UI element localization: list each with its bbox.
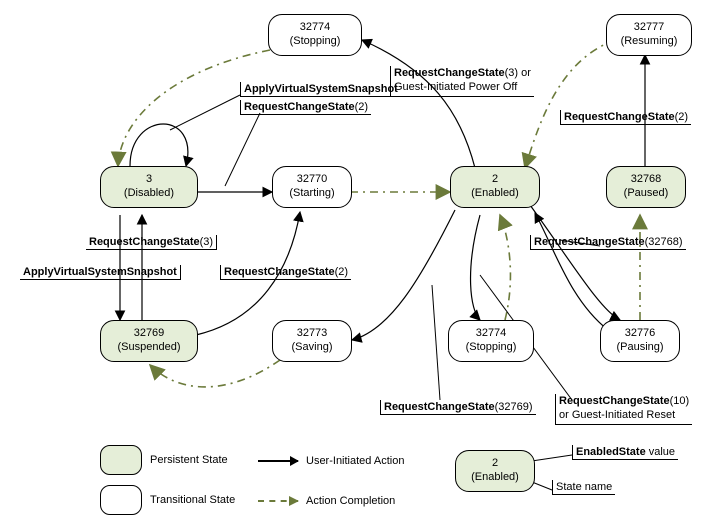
state-paused: 32768 (Paused)	[606, 166, 686, 208]
legend-enabledstate-value: EnabledState value	[572, 445, 678, 460]
label-line2: or Guest-Initiated Reset	[559, 409, 675, 421]
label-text: RequestChangeState	[244, 101, 355, 113]
state-name: (Paused)	[611, 187, 681, 201]
label-apply-snapshot-self: ApplyVirtualSystemSnapshot	[240, 82, 401, 97]
state-resuming: 32777 (Resuming)	[606, 14, 692, 56]
state-id: 32773	[277, 327, 347, 341]
state-id: 3	[105, 173, 193, 187]
legend-label: Transitional State	[150, 494, 235, 506]
legend-label: Persistent State	[150, 454, 228, 466]
label-arg: (32768)	[645, 236, 683, 248]
label-rcs32769: RequestChangeState(32769)	[380, 400, 536, 415]
label-text: RequestChangeState	[224, 266, 335, 278]
label-rcs2-disabled-starting: RequestChangeState(2)	[240, 100, 371, 115]
state-id: 2	[455, 173, 535, 187]
state-id: 2	[460, 457, 530, 471]
legend-label: Action Completion	[306, 495, 395, 507]
label-arg: (10)	[670, 395, 690, 407]
state-stopping-mid: 32774 (Stopping)	[448, 320, 534, 362]
state-pausing: 32776 (Pausing)	[600, 320, 680, 362]
legend-persistent: Persistent State	[100, 445, 228, 475]
legend-user-action: User-Initiated Action	[258, 455, 404, 467]
state-name: (Resuming)	[611, 35, 687, 49]
state-saving: 32773 (Saving)	[272, 320, 352, 362]
state-name: (Enabled)	[455, 187, 535, 201]
label-text: RequestChangeState	[384, 401, 495, 413]
label-arg: (2)	[355, 101, 368, 113]
state-id: 32774	[453, 327, 529, 341]
label-arg: (32769)	[495, 401, 533, 413]
state-id: 32776	[605, 327, 675, 341]
state-id: 32770	[277, 173, 347, 187]
legend-arrow-solid	[258, 460, 298, 462]
state-diagram: 3 (Disabled) 32769 (Suspended) 32770 (St…	[0, 0, 714, 528]
legend-label: User-Initiated Action	[306, 455, 404, 467]
label-text: RequestChangeState	[89, 236, 200, 248]
legend-swatch-persistent	[100, 445, 142, 475]
state-name: (Starting)	[277, 187, 347, 201]
state-stopping-top: 32774 (Stopping)	[268, 14, 362, 56]
label-rcs3-or-poweroff: RequestChangeState(3) or Guest-Initiated…	[390, 66, 534, 97]
label-arg: (2)	[675, 111, 688, 123]
label-rcs2-suspended-starting: RequestChangeState(2)	[220, 265, 351, 280]
state-id: 32769	[105, 327, 193, 341]
state-name: (Stopping)	[273, 35, 357, 49]
label-suffix: value	[646, 446, 675, 458]
legend-transitional: Transitional State	[100, 485, 235, 515]
state-suspended: 32769 (Suspended)	[100, 320, 198, 362]
state-name: (Saving)	[277, 341, 347, 355]
state-name: (Suspended)	[105, 341, 193, 355]
label-rcs3-suspended-disabled: RequestChangeState(3)	[86, 235, 217, 250]
label-rcs10-or-reset: RequestChangeState(10) or Guest-Initiate…	[555, 394, 692, 425]
label-line2: Guest-Initiated Power Off	[394, 81, 517, 93]
state-id: 32774	[273, 21, 357, 35]
legend-sample-state: 2 (Enabled)	[455, 450, 535, 492]
label-arg: (2)	[335, 266, 348, 278]
legend-state-name: State name	[552, 480, 615, 495]
state-name: (Enabled)	[460, 471, 530, 485]
label-apply-snapshot-down: ApplyVirtualSystemSnapshot	[20, 265, 181, 280]
state-name: (Pausing)	[605, 341, 675, 355]
label-text: RequestChangeState	[559, 395, 670, 407]
label-text: RequestChangeState	[564, 111, 675, 123]
legend-swatch-transitional	[100, 485, 142, 515]
label-text: RequestChangeState	[394, 67, 505, 79]
legend-action-completion: Action Completion	[258, 495, 395, 507]
label-rcs32768: RequestChangeState(32768)	[530, 235, 686, 250]
state-enabled: 2 (Enabled)	[450, 166, 540, 208]
state-id: 32768	[611, 173, 681, 187]
legend-arrow-dashed	[258, 500, 298, 502]
label-rcs2-paused-resuming: RequestChangeState(2)	[560, 110, 691, 125]
label-arg: (3)	[200, 236, 213, 248]
state-starting: 32770 (Starting)	[272, 166, 352, 208]
state-name: (Disabled)	[105, 187, 193, 201]
state-disabled: 3 (Disabled)	[100, 166, 198, 208]
state-name: (Stopping)	[453, 341, 529, 355]
label-text: EnabledState	[576, 446, 646, 458]
label-text: RequestChangeState	[534, 236, 645, 248]
label-arg: (3) or	[505, 67, 531, 79]
state-id: 32777	[611, 21, 687, 35]
